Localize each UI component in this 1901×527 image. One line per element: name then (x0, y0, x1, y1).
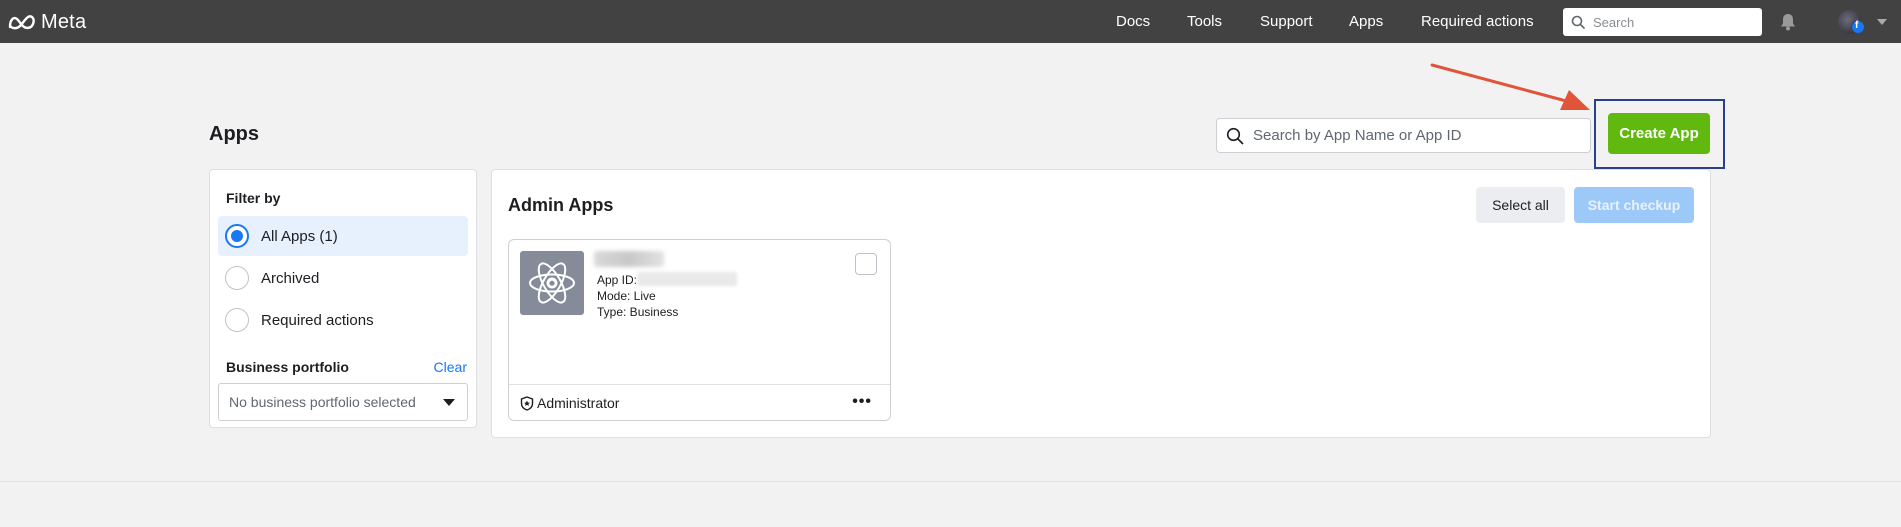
business-portfolio-value: No business portfolio selected (229, 394, 416, 410)
app-atom-icon (520, 251, 584, 315)
search-icon (1563, 15, 1593, 29)
facebook-badge-icon: f (1851, 20, 1865, 34)
more-options-button[interactable]: ••• (852, 394, 872, 410)
top-navigation-bar: Meta Docs Tools Support Apps Required ac… (0, 0, 1901, 43)
radio-selected[interactable] (225, 224, 249, 248)
footer-divider (0, 481, 1901, 482)
filter-option-label: Archived (261, 269, 320, 287)
nav-support[interactable]: Support (1260, 0, 1313, 43)
business-portfolio-select[interactable]: No business portfolio selected (218, 383, 468, 421)
top-search-input[interactable] (1593, 14, 1753, 30)
meta-logo-text: Meta (41, 10, 87, 33)
filter-option-label: All Apps (1) (261, 227, 338, 245)
app-role-label: Administrator (537, 395, 620, 411)
annotation-arrow (1430, 63, 1590, 110)
filter-option-all-apps[interactable]: All Apps (1) (218, 216, 468, 256)
app-select-checkbox[interactable] (855, 253, 877, 275)
nav-apps[interactable]: Apps (1349, 0, 1383, 43)
filter-option-archived[interactable]: Archived (218, 258, 468, 298)
clear-link[interactable]: Clear (434, 359, 467, 375)
app-search-box (1216, 118, 1591, 153)
app-id-label: App ID: (597, 273, 638, 287)
filter-option-label: Required actions (261, 311, 374, 329)
create-app-button[interactable]: Create App (1608, 113, 1710, 154)
app-type: Type: Business (597, 305, 679, 319)
app-search-input[interactable] (1253, 127, 1573, 144)
admin-apps-heading: Admin Apps (508, 195, 614, 215)
start-checkup-button: Start checkup (1574, 187, 1694, 223)
app-card[interactable]: App ID: Mode: Live Type: Business Admini… (508, 239, 891, 421)
app-id-redacted (637, 272, 737, 286)
top-search-box (1563, 8, 1762, 36)
bell-icon[interactable] (1778, 12, 1798, 32)
meta-logo-icon (8, 15, 35, 30)
nav-required-actions[interactable]: Required actions (1421, 0, 1534, 43)
search-icon (1217, 127, 1253, 145)
nav-docs[interactable]: Docs (1116, 0, 1150, 43)
app-mode: Mode: Live (597, 289, 656, 303)
business-portfolio-heading: Business portfolio (226, 359, 349, 375)
app-card-footer: Administrator ••• (509, 384, 890, 421)
caret-down-icon[interactable] (1877, 19, 1887, 25)
filter-panel: Filter by All Apps (1) Archived Required… (209, 169, 477, 428)
filter-option-required-actions[interactable]: Required actions (218, 300, 468, 340)
page-title: Apps (209, 123, 259, 145)
filter-heading: Filter by (226, 190, 281, 206)
dropdown-triangle-icon (443, 398, 455, 406)
radio-unselected[interactable] (225, 308, 249, 332)
app-name-redacted (594, 251, 664, 267)
shield-icon (520, 395, 534, 411)
nav-tools[interactable]: Tools (1187, 0, 1222, 43)
radio-unselected[interactable] (225, 266, 249, 290)
meta-logo[interactable]: Meta (7, 10, 86, 34)
admin-apps-panel: Admin Apps Select all Start checkup App … (491, 169, 1711, 438)
select-all-button[interactable]: Select all (1476, 187, 1565, 223)
